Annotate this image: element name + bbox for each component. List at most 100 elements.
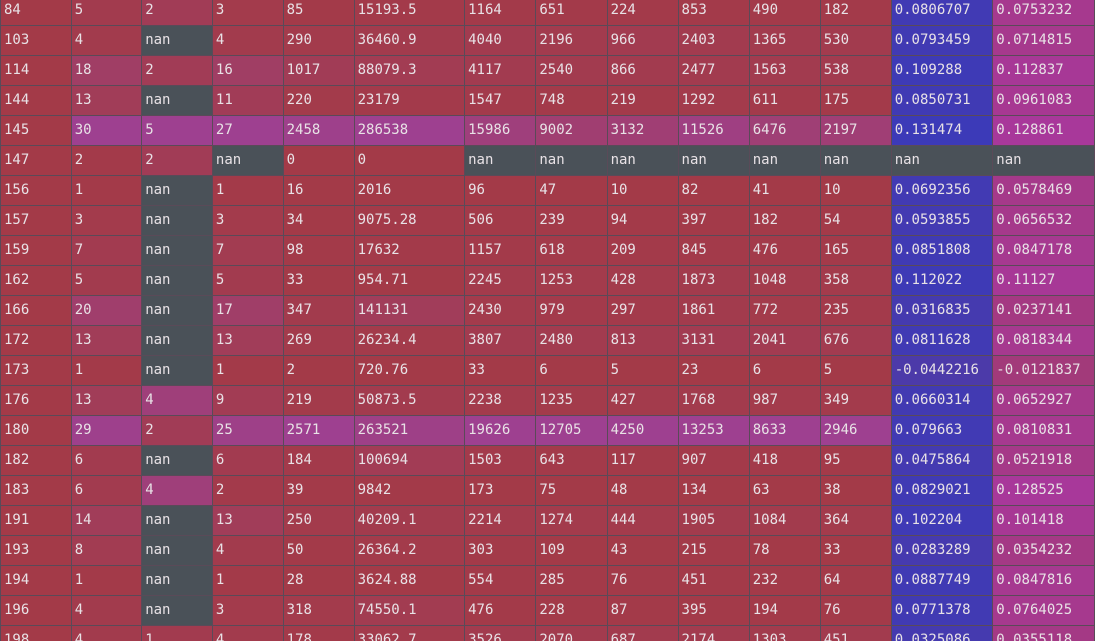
table-cell[interactable]: 5 — [606, 355, 679, 386]
table-cell[interactable]: 48 — [606, 475, 679, 506]
table-cell[interactable]: 687 — [606, 625, 679, 641]
table-cell[interactable]: 0.0283289 — [890, 535, 994, 566]
table-cell[interactable]: 1303 — [748, 625, 821, 641]
table-cell[interactable]: 611 — [748, 85, 821, 116]
table-cell[interactable]: 17632 — [353, 235, 466, 266]
table-cell[interactable]: 23 — [677, 355, 750, 386]
table-cell[interactable]: 263521 — [353, 415, 466, 446]
table-cell[interactable]: 1861 — [677, 295, 750, 326]
table-cell[interactable]: 364 — [819, 505, 892, 536]
data-grid-viewport[interactable]: 84 5 2 3 85 15193.5 1164 651 224 853 490 182 0.08067… — [0, 0, 1095, 641]
table-cell[interactable]: 1 — [211, 355, 284, 386]
table-cell[interactable]: 0.0847816 — [992, 565, 1095, 596]
table-cell[interactable]: 20 — [70, 295, 143, 326]
table-cell[interactable]: nan — [211, 145, 284, 176]
table-cell[interactable]: 0.0578469 — [992, 175, 1095, 206]
table-cell[interactable]: 476 — [748, 235, 821, 266]
table-cell[interactable]: 3624.88 — [353, 565, 466, 596]
table-cell[interactable]: 554 — [464, 565, 537, 596]
table-cell[interactable]: 54 — [819, 205, 892, 236]
table-cell[interactable]: 2946 — [819, 415, 892, 446]
table-cell[interactable]: 2 — [141, 415, 213, 446]
table-cell[interactable]: 191 — [0, 505, 72, 536]
table-cell[interactable]: 6 — [70, 445, 143, 476]
table-cell[interactable]: nan — [141, 265, 213, 296]
table-cell[interactable]: 0.0771378 — [890, 595, 994, 626]
table-cell[interactable]: 1 — [70, 175, 143, 206]
table-cell[interactable]: 182 — [819, 0, 892, 26]
table-cell[interactable]: nan — [748, 145, 821, 176]
table-cell[interactable]: 1164 — [464, 0, 537, 26]
table-cell[interactable]: 720.76 — [353, 355, 466, 386]
table-cell[interactable]: 349 — [819, 385, 892, 416]
table-cell[interactable]: 2477 — [677, 55, 750, 86]
table-cell[interactable]: 38 — [819, 475, 892, 506]
table-cell[interactable]: 228 — [535, 595, 608, 626]
table-cell[interactable]: 43 — [606, 535, 679, 566]
table-cell[interactable]: 979 — [535, 295, 608, 326]
table-cell[interactable]: 0 — [282, 145, 355, 176]
table-cell[interactable]: 88079.3 — [353, 55, 466, 86]
table-cell[interactable]: 26364.2 — [353, 535, 466, 566]
table-cell[interactable]: 8 — [70, 535, 143, 566]
table-cell[interactable]: 476 — [464, 595, 537, 626]
table-cell[interactable]: nan — [535, 145, 608, 176]
table-cell[interactable]: 347 — [282, 295, 355, 326]
table-cell[interactable]: 4 — [70, 595, 143, 626]
table-cell[interactable]: 194 — [748, 595, 821, 626]
table-cell[interactable]: 29 — [70, 415, 143, 446]
table-cell[interactable]: 3132 — [606, 115, 679, 146]
table-cell[interactable]: 0 — [353, 145, 466, 176]
table-cell[interactable]: 866 — [606, 55, 679, 86]
table-cell[interactable]: nan — [141, 25, 213, 56]
table-cell[interactable]: 427 — [606, 385, 679, 416]
table-cell[interactable]: 4 — [70, 625, 143, 641]
table-cell[interactable]: 182 — [0, 445, 72, 476]
table-cell[interactable]: 25 — [211, 415, 284, 446]
table-cell[interactable]: 78 — [748, 535, 821, 566]
table-cell[interactable]: 50 — [282, 535, 355, 566]
table-cell[interactable]: 209 — [606, 235, 679, 266]
table-cell[interactable]: 162 — [0, 265, 72, 296]
table-cell[interactable]: 7 — [211, 235, 284, 266]
table-cell[interactable]: nan — [677, 145, 750, 176]
table-cell[interactable]: 451 — [677, 565, 750, 596]
table-cell[interactable]: 13253 — [677, 415, 750, 446]
table-cell[interactable]: 12705 — [535, 415, 608, 446]
table-cell[interactable]: 2403 — [677, 25, 750, 56]
table-cell[interactable]: 397 — [677, 205, 750, 236]
table-cell[interactable]: 0.0656532 — [992, 205, 1095, 236]
table-cell[interactable]: 530 — [819, 25, 892, 56]
table-cell[interactable]: 0.0811628 — [890, 325, 994, 356]
table-cell[interactable]: 94 — [606, 205, 679, 236]
table-cell[interactable]: 4 — [70, 25, 143, 56]
table-cell[interactable]: 0.0810831 — [992, 415, 1095, 446]
table-cell[interactable]: 64 — [819, 565, 892, 596]
table-cell[interactable]: 0.102204 — [890, 505, 994, 536]
table-cell[interactable]: 194 — [0, 565, 72, 596]
table-cell[interactable]: 5 — [70, 0, 143, 26]
table-cell[interactable]: 2540 — [535, 55, 608, 86]
table-cell[interactable]: 318 — [282, 595, 355, 626]
table-cell[interactable]: 2 — [141, 55, 213, 86]
table-cell[interactable]: 6 — [211, 445, 284, 476]
table-cell[interactable]: 173 — [464, 475, 537, 506]
table-cell[interactable]: 219 — [606, 85, 679, 116]
table-cell[interactable]: 4 — [211, 625, 284, 641]
table-cell[interactable]: 144 — [0, 85, 72, 116]
table-cell[interactable]: 506 — [464, 205, 537, 236]
table-cell[interactable]: 0.0806707 — [890, 0, 994, 26]
table-cell[interactable]: 0.0355118 — [992, 625, 1095, 641]
table-cell[interactable]: 297 — [606, 295, 679, 326]
table-cell[interactable]: 0.0475864 — [890, 445, 994, 476]
table-cell[interactable]: 0.131474 — [890, 115, 994, 146]
table-cell[interactable]: 39 — [282, 475, 355, 506]
table-cell[interactable]: 1235 — [535, 385, 608, 416]
table-cell[interactable]: nan — [890, 145, 994, 176]
table-cell[interactable]: 1 — [141, 625, 213, 641]
table-cell[interactable]: 196 — [0, 595, 72, 626]
table-cell[interactable]: 1253 — [535, 265, 608, 296]
table-cell[interactable]: 1563 — [748, 55, 821, 86]
table-cell[interactable]: 5 — [141, 115, 213, 146]
table-cell[interactable]: 1017 — [282, 55, 355, 86]
